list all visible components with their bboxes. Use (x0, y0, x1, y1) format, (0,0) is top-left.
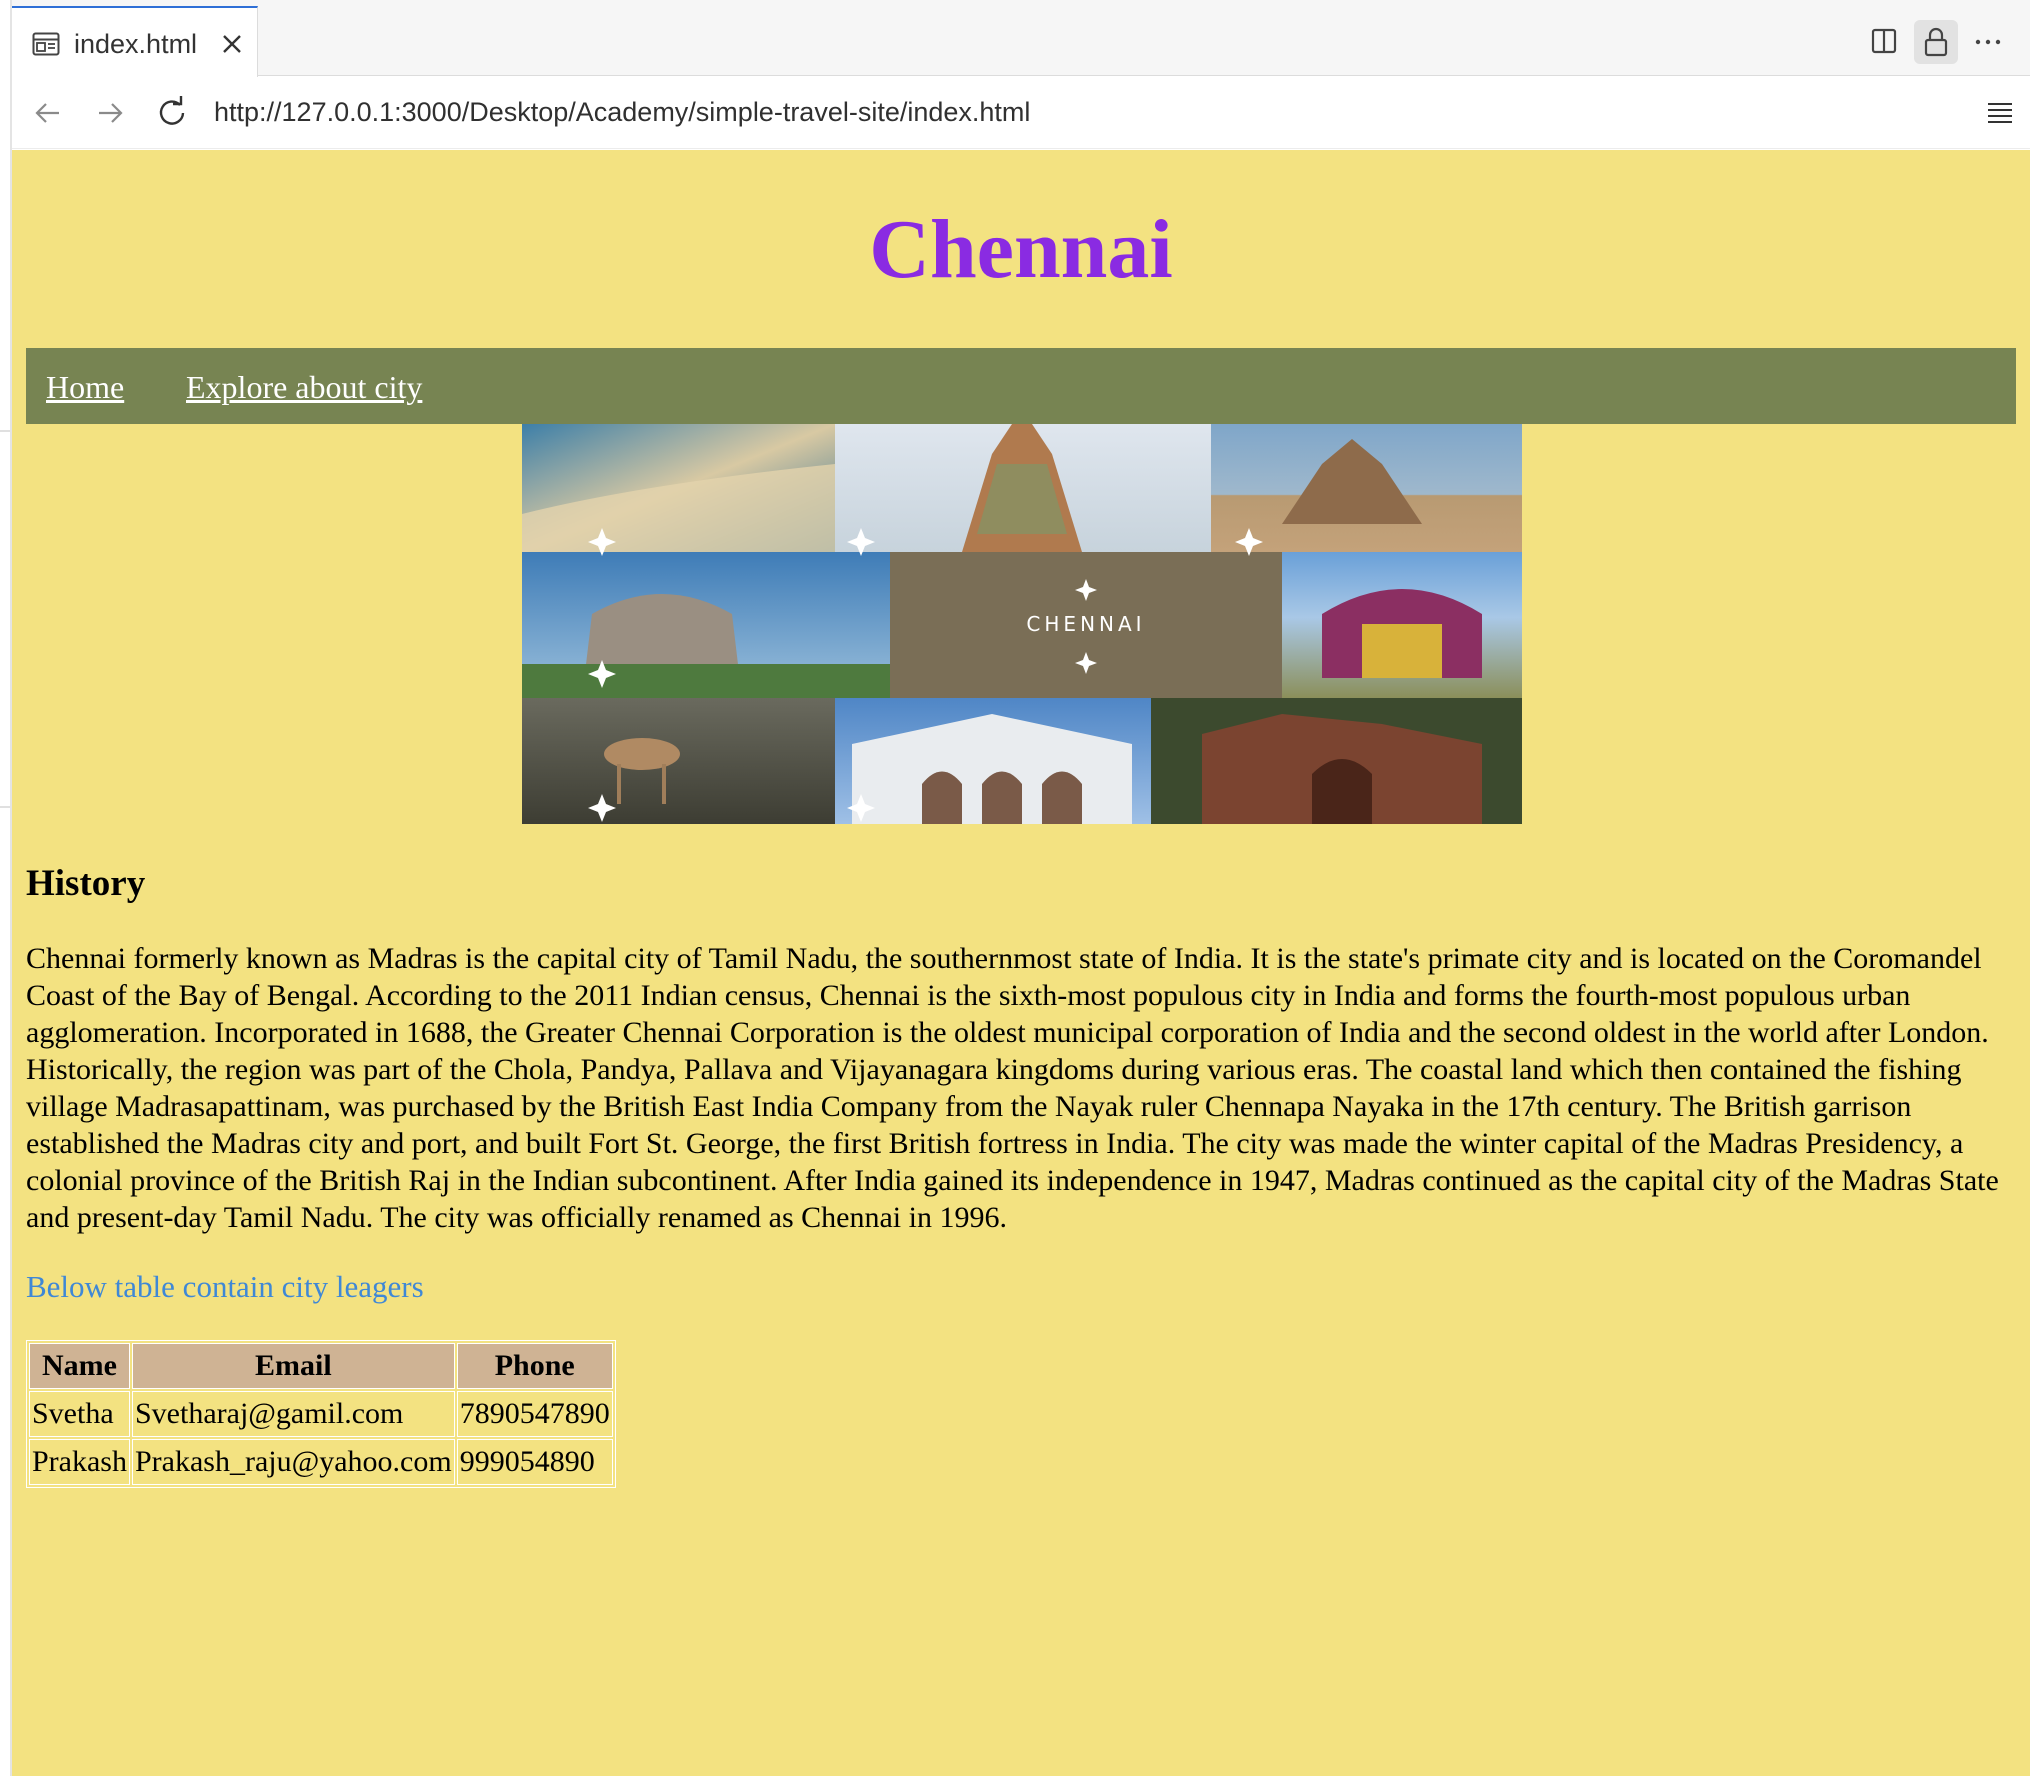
editor-edge-sliver (0, 0, 12, 1776)
cell-name: Prakash (29, 1439, 130, 1485)
cell-phone: 7890547890 (456, 1391, 613, 1437)
divider (0, 430, 10, 432)
tab-bar: index.html (12, 0, 2030, 77)
city-collage-image: CHENNAI (522, 424, 1522, 824)
cell-name: Svetha (29, 1391, 130, 1437)
tab-title: index.html (74, 29, 198, 59)
url-field[interactable]: http://127.0.0.1:3000/Desktop/Academy/si… (214, 95, 1030, 129)
city-leaders-table: Name Email Phone Svetha Svetharaj@gamil.… (26, 1340, 616, 1488)
cell-email: Svetharaj@gamil.com (131, 1391, 455, 1437)
back-arrow-icon[interactable] (26, 91, 70, 135)
column-header-name: Name (29, 1343, 130, 1389)
tab-index-html[interactable]: index.html (12, 6, 258, 77)
more-icon[interactable] (1966, 20, 2010, 64)
page-icon (32, 32, 60, 56)
cell-email: Prakash_raju@yahoo.com (131, 1439, 455, 1485)
history-heading: History (26, 863, 146, 904)
site-navbar: Home Explore about city (26, 348, 2016, 424)
page-viewport: Chennai Home Explore about city CHENNAI … (12, 150, 2030, 1776)
cell-phone: 999054890 (456, 1439, 613, 1485)
address-bar: http://127.0.0.1:3000/Desktop/Academy/si… (12, 77, 2030, 149)
history-paragraph: Chennai formerly known as Madras is the … (26, 942, 1999, 1234)
lock-icon[interactable] (1914, 20, 1958, 64)
collage-caption: CHENNAI (1026, 612, 1145, 636)
divider (0, 806, 10, 808)
nav-link-home[interactable]: Home (46, 368, 124, 406)
table-note: Below table contain city leagers (26, 1269, 424, 1304)
nav-link-explore[interactable]: Explore about city (186, 368, 422, 406)
table-row: Prakash Prakash_raju@yahoo.com 999054890 (29, 1439, 613, 1485)
reader-mode-icon[interactable] (1980, 93, 2020, 133)
reload-icon[interactable] (150, 91, 194, 135)
column-header-phone: Phone (456, 1343, 613, 1389)
close-icon[interactable] (216, 28, 248, 60)
page-title: Chennai (869, 203, 1173, 296)
table-row: Svetha Svetharaj@gamil.com 7890547890 (29, 1391, 613, 1437)
split-view-icon[interactable] (1862, 20, 1906, 64)
collage-tile-deer (522, 698, 835, 824)
table-header-row: Name Email Phone (29, 1343, 613, 1389)
column-header-email: Email (131, 1343, 455, 1389)
forward-arrow-icon[interactable] (88, 91, 132, 135)
code-fragment (0, 208, 10, 228)
